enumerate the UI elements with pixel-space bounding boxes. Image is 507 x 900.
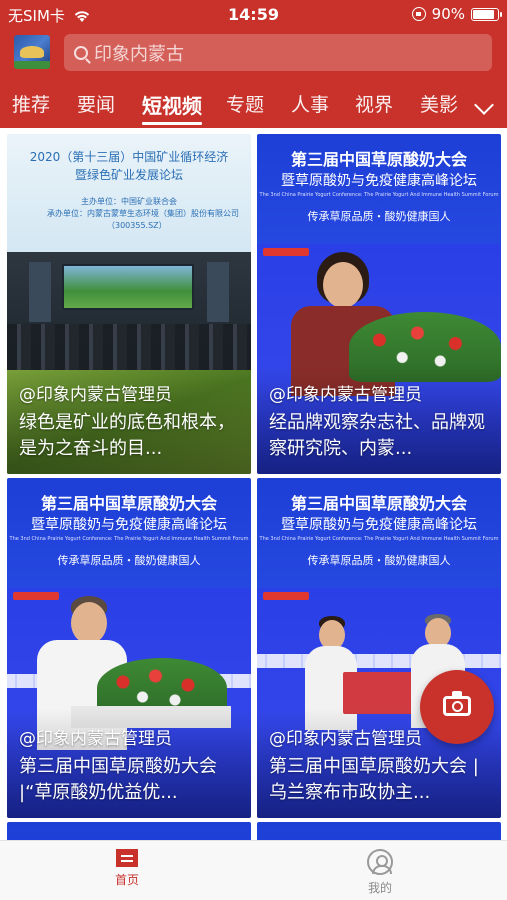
tab-photos[interactable]: 美影: [420, 90, 458, 117]
card-author[interactable]: @印象内蒙古管理员: [269, 724, 422, 749]
thumbnail-host: 承办单位：内蒙古蒙草生态环境（集团）股份有限公司: [47, 209, 239, 218]
thumbnail-heading: 第三届中国草原酸奶大会: [290, 150, 467, 169]
thumbnail-slogan: 传承草原品质・酸奶健康国人: [307, 554, 451, 567]
thumbnail-banner: 第三届中国草原酸奶大会 暨草原酸奶与免疫健康高峰论坛 The 3nd China…: [7, 478, 251, 588]
thumbnail-heading: 2020（第十三届）中国矿业循环经济: [29, 150, 229, 164]
rotation-lock-icon: [411, 7, 426, 21]
active-tab-indicator: [142, 122, 202, 125]
thumbnail-heading: 第三届中国草原酸奶大会: [40, 494, 217, 513]
user-icon: [367, 849, 393, 875]
video-card[interactable]: 2020（第十三届）中国矿业循环经济 暨绿色矿业发展论坛 主办单位：中国矿业联合…: [7, 134, 251, 474]
thumbnail-heading: 第三届中国草原酸奶大会: [290, 494, 467, 513]
battery-percent: 90%: [431, 5, 465, 23]
thumbnail-banner: 2020（第十三届）中国矿业循环经济 暨绿色矿业发展论坛 主办单位：中国矿业联合…: [7, 134, 251, 252]
search-icon: [74, 45, 88, 60]
tab-topics[interactable]: 专题: [226, 90, 264, 117]
card-title[interactable]: 经品牌观察杂志社、品牌观察研究院、内蒙...: [269, 410, 491, 462]
channel-tabs: 推荐 要闻 短视频 专题 人事 视界 美影: [0, 84, 507, 128]
status-right: 90%: [411, 5, 502, 23]
thumbnail-english: The 3nd China Prairie Yogurt Conference:…: [259, 192, 499, 198]
card-title[interactable]: 绿色是矿业的底色和根本，是为之奋斗的目...: [19, 410, 241, 462]
thumbnail-organizer: 主办单位：中国矿业联合会: [81, 197, 177, 206]
video-card[interactable]: 第三届中国草原酸奶大会 暨草原酸奶与免疫健康高峰论坛 The 3nd China…: [257, 478, 501, 818]
thumbnail-slogan: 传承草原品质・酸奶健康国人: [57, 554, 201, 567]
thumbnail-banner: 第三届中国草原酸奶大会 暨草原酸奶与免疫健康高峰论坛 The 3nd China…: [257, 478, 501, 588]
thumbnail-subheading: 暨草原酸奶与免疫健康高峰论坛: [281, 173, 477, 189]
speaker-face: [71, 602, 107, 644]
channel-badge: [263, 248, 309, 256]
video-card[interactable]: 第三届中国草原酸奶大会 暨草原酸奶与免疫健康高峰论坛 The 3nd China…: [257, 134, 501, 474]
logo-horse-mark: [20, 46, 44, 58]
tab-vision[interactable]: 视界: [355, 90, 393, 117]
thumbnail-banner: [7, 822, 251, 840]
thumbnail-subheading: 暨草原酸奶与免疫健康高峰论坛: [31, 517, 227, 533]
tab-recommend[interactable]: 推荐: [12, 90, 50, 117]
thumbnail-subheading: 暨绿色矿业发展论坛: [74, 168, 183, 182]
camera-button[interactable]: [420, 670, 494, 744]
stage-screen: [62, 264, 194, 310]
camera-icon: [443, 691, 471, 716]
thumbnail-english: The 3nd China Prairie Yogurt Conference:…: [259, 536, 499, 542]
thumbnail-banner: [257, 822, 501, 840]
channel-badge: [263, 592, 309, 600]
app-header: 无SIM卡 14:59 90% 印象内蒙古 推荐 要闻 短视频 专题 人事 视界…: [0, 0, 507, 128]
card-title[interactable]: 第三届中国草原酸奶大会 |“草原酸奶优益优...: [19, 754, 241, 806]
home-icon: [116, 849, 138, 867]
app-logo[interactable]: [14, 35, 50, 69]
logo-grass: [14, 61, 50, 69]
status-bar: 无SIM卡 14:59 90%: [0, 0, 507, 30]
battery-fill: [473, 9, 494, 19]
video-card[interactable]: [257, 822, 501, 840]
speaker-face: [323, 262, 363, 308]
card-author[interactable]: @印象内蒙古管理员: [269, 380, 422, 405]
nav-home-label: 首页: [114, 873, 139, 887]
nav-me-label: 我的: [367, 881, 392, 895]
tab-personnel[interactable]: 人事: [291, 90, 329, 117]
card-title[interactable]: 第三届中国草原酸奶大会 | 乌兰察布市政协主...: [269, 754, 491, 806]
battery-icon: [471, 7, 502, 21]
card-author[interactable]: @印象内蒙古管理员: [19, 380, 172, 405]
thumbnail-slogan: 传承草原品质・酸奶健康国人: [307, 210, 451, 223]
thumbnail-stock-code: （300355.SZ）: [107, 221, 167, 230]
chevron-down-icon[interactable]: [474, 95, 494, 115]
video-card[interactable]: 第三届中国草原酸奶大会 暨草原酸奶与免疫健康高峰论坛 The 3nd China…: [7, 478, 251, 818]
hall-pillar: [29, 262, 51, 322]
tab-short-video[interactable]: 短视频: [142, 90, 202, 119]
video-card[interactable]: [7, 822, 251, 840]
thumbnail-subheading: 暨草原酸奶与免疫健康高峰论坛: [281, 517, 477, 533]
thumbnail-banner: 第三届中国草原酸奶大会 暨草原酸奶与免疫健康高峰论坛 The 3nd China…: [257, 134, 501, 244]
nav-me[interactable]: 我的: [340, 849, 420, 896]
tab-headlines[interactable]: 要闻: [77, 90, 115, 117]
nav-home[interactable]: 首页: [87, 849, 167, 888]
bottom-nav: 首页 我的: [0, 840, 507, 900]
card-author[interactable]: @印象内蒙古管理员: [19, 724, 172, 749]
hall-pillar: [207, 262, 229, 322]
thumbnail-english: The 3nd China Prairie Yogurt Conference:…: [9, 536, 249, 542]
search-placeholder: 印象内蒙古: [94, 43, 184, 65]
channel-badge: [13, 592, 59, 600]
search-bar[interactable]: 印象内蒙古: [64, 34, 492, 71]
